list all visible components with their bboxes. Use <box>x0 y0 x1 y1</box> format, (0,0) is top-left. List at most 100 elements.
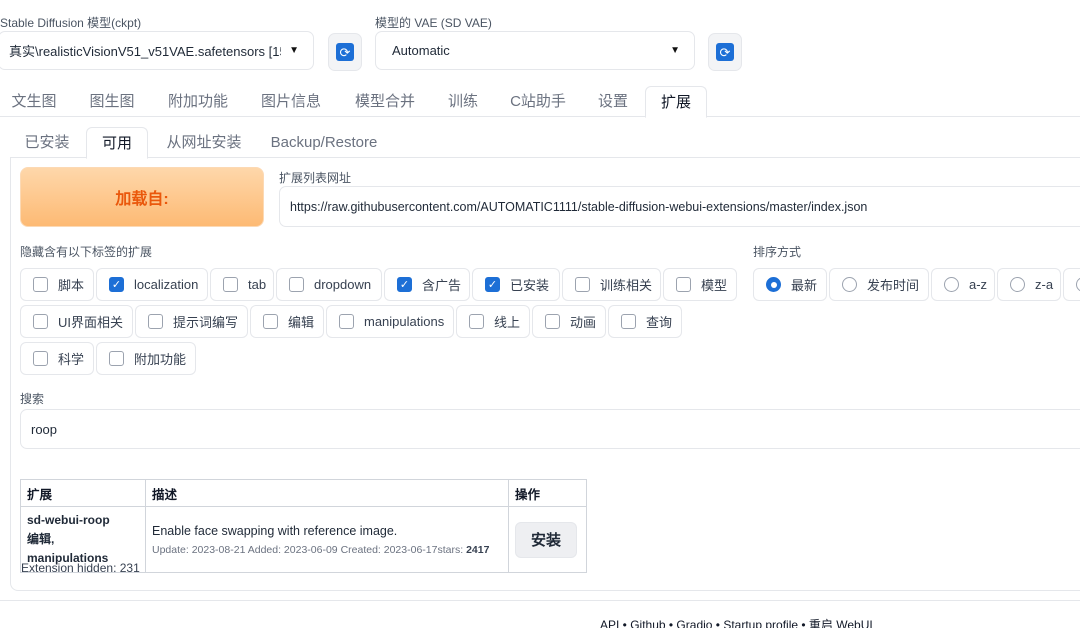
subtab-installed[interactable]: 已安装 <box>14 127 80 158</box>
tag-checkbox-ads[interactable]: ✓ 含广告 <box>384 268 470 301</box>
checkbox-icon <box>289 277 304 292</box>
extension-description: Enable face swapping with reference imag… <box>152 523 398 538</box>
radio-icon <box>944 277 959 292</box>
tab-civitai-helper[interactable]: C站助手 <box>500 86 576 117</box>
tag-label: 训练相关 <box>600 278 653 293</box>
extension-subtabs: 已安装 可用 从网址安装 Backup/Restore <box>10 127 1080 159</box>
install-button[interactable]: 安装 <box>515 521 577 558</box>
vae-label: 模型的 VAE (SD VAE) <box>375 16 492 30</box>
footer-divider <box>0 600 1080 601</box>
checkbox-checked-icon: ✓ <box>397 277 412 292</box>
tag-label: localization <box>134 277 199 292</box>
extension-stars: 2417 <box>466 543 490 556</box>
model-dropdown[interactable]: 真实\realisticVisionV51_v51VAE.safetensors… <box>0 31 314 70</box>
tag-checkbox-models[interactable]: 模型 <box>663 268 737 301</box>
tag-label: 动画 <box>570 315 597 330</box>
tag-label: 线上 <box>494 315 521 330</box>
subtab-available[interactable]: 可用 <box>86 127 148 159</box>
tag-checkbox-science[interactable]: 科学 <box>20 342 94 375</box>
checkbox-icon <box>263 314 278 329</box>
tab-txt2img[interactable]: 文生图 <box>0 86 68 117</box>
checkbox-icon <box>148 314 163 329</box>
checkbox-checked-icon: ✓ <box>109 277 124 292</box>
checkbox-icon <box>621 314 636 329</box>
tag-checkbox-editing[interactable]: 编辑 <box>250 305 324 338</box>
checkbox-icon <box>676 277 691 292</box>
column-header-extension: 扩展 <box>20 479 146 507</box>
tag-label: tab <box>248 277 267 292</box>
sort-radio-z-a[interactable]: z-a <box>997 268 1061 301</box>
tag-checkbox-extras[interactable]: 附加功能 <box>96 342 196 375</box>
load-from-button[interactable]: 加载自: <box>20 167 264 227</box>
radio-icon <box>842 277 857 292</box>
sort-radio-a-z[interactable]: a-z <box>931 268 995 301</box>
sort-label: 最新 <box>791 278 818 293</box>
tag-checkbox-query[interactable]: 查询 <box>608 305 682 338</box>
sort-order-label: 排序方式 <box>753 245 802 259</box>
radio-icon <box>1076 277 1080 292</box>
tag-checkbox-manipulations[interactable]: manipulations <box>326 305 454 338</box>
tag-label: 已安装 <box>510 278 550 293</box>
tag-checkbox-online[interactable]: 线上 <box>456 305 530 338</box>
subtab-backup-restore[interactable]: Backup/Restore <box>264 127 384 158</box>
tag-checkbox-installed[interactable]: ✓ 已安装 <box>472 268 560 301</box>
tag-checkbox-script[interactable]: 脚本 <box>20 268 94 301</box>
tab-png-info[interactable]: 图片信息 <box>250 86 332 117</box>
tag-label: 编辑 <box>288 315 315 330</box>
tab-img2img[interactable]: 图生图 <box>78 86 146 117</box>
chevron-down-icon: ▼ <box>670 45 680 56</box>
vae-refresh-button[interactable]: ⟳ <box>708 33 742 71</box>
checkbox-icon <box>575 277 590 292</box>
tag-checkbox-prompting[interactable]: 提示词编写 <box>135 305 248 338</box>
extension-dates: Update: 2023-08-21 Added: 2023-06-09 Cre… <box>152 543 467 556</box>
tag-checkbox-training[interactable]: 训练相关 <box>562 268 661 301</box>
extension-tag-bold: 编辑 <box>27 532 52 546</box>
search-input[interactable]: roop <box>20 409 1080 449</box>
tag-label: 脚本 <box>58 278 85 293</box>
tag-checkbox-animation[interactable]: 动画 <box>532 305 606 338</box>
extension-name-link[interactable]: sd-webui-roop <box>27 511 139 530</box>
action-cell: 安装 <box>508 506 587 573</box>
tag-checkbox-tab[interactable]: tab <box>210 268 274 301</box>
tab-checkpoint-merger[interactable]: 模型合并 <box>344 86 426 117</box>
tag-label: 查询 <box>646 315 673 330</box>
main-tabs: 文生图 图生图 附加功能 图片信息 模型合并 训练 C站助手 设置 扩展 <box>0 86 1080 118</box>
column-header-action: 操作 <box>508 479 587 507</box>
extensions-hidden-count: Extension hidden: 231 <box>21 561 140 575</box>
subtab-install-from-url[interactable]: 从网址安装 <box>156 127 252 158</box>
column-header-description: 描述 <box>145 479 509 507</box>
footer-links[interactable]: API • Github • Gradio • Startup profile … <box>600 616 873 628</box>
chevron-down-icon: ▼ <box>289 45 299 56</box>
tab-extras[interactable]: 附加功能 <box>158 86 238 117</box>
tag-checkbox-dropdown[interactable]: dropdown <box>276 268 382 301</box>
sort-radio-release-date[interactable]: 发布时间 <box>829 268 929 301</box>
checkbox-icon <box>33 277 48 292</box>
checkbox-checked-icon: ✓ <box>485 277 500 292</box>
extensions-table: 扩展 描述 操作 sd-webui-roop 编辑, manipulations… <box>20 479 587 573</box>
url-label: 扩展列表网址 <box>279 171 352 185</box>
tab-extensions[interactable]: 扩展 <box>645 86 707 118</box>
extension-meta: Update: 2023-08-21 Added: 2023-06-09 Cre… <box>152 541 502 559</box>
extension-index-url-input[interactable]: https://raw.githubusercontent.com/AUTOMA… <box>279 186 1080 227</box>
radio-icon <box>1010 277 1025 292</box>
checkbox-icon <box>469 314 484 329</box>
sort-label: z-a <box>1035 277 1054 292</box>
sort-radio-newest[interactable]: 最新 <box>753 268 827 301</box>
model-value: 真实\realisticVisionV51_v51VAE.safetensors… <box>9 44 282 59</box>
tag-label: 科学 <box>58 352 85 367</box>
sort-label: 发布时间 <box>867 278 920 293</box>
tab-train[interactable]: 训练 <box>438 86 488 117</box>
sort-radio-more[interactable] <box>1063 268 1080 301</box>
checkbox-icon <box>33 314 48 329</box>
model-refresh-button[interactable]: ⟳ <box>328 33 362 71</box>
tag-checkbox-ui[interactable]: UI界面相关 <box>20 305 133 338</box>
vae-dropdown[interactable]: Automatic ▼ <box>375 31 695 70</box>
tag-checkbox-localization[interactable]: ✓ localization <box>96 268 208 301</box>
refresh-icon: ⟳ <box>336 43 354 61</box>
tag-label: dropdown <box>314 277 372 292</box>
tag-label: 附加功能 <box>134 352 187 367</box>
tag-label: manipulations <box>364 314 445 329</box>
tab-settings[interactable]: 设置 <box>588 86 638 117</box>
search-label: 搜索 <box>20 392 45 406</box>
refresh-icon: ⟳ <box>716 43 734 61</box>
